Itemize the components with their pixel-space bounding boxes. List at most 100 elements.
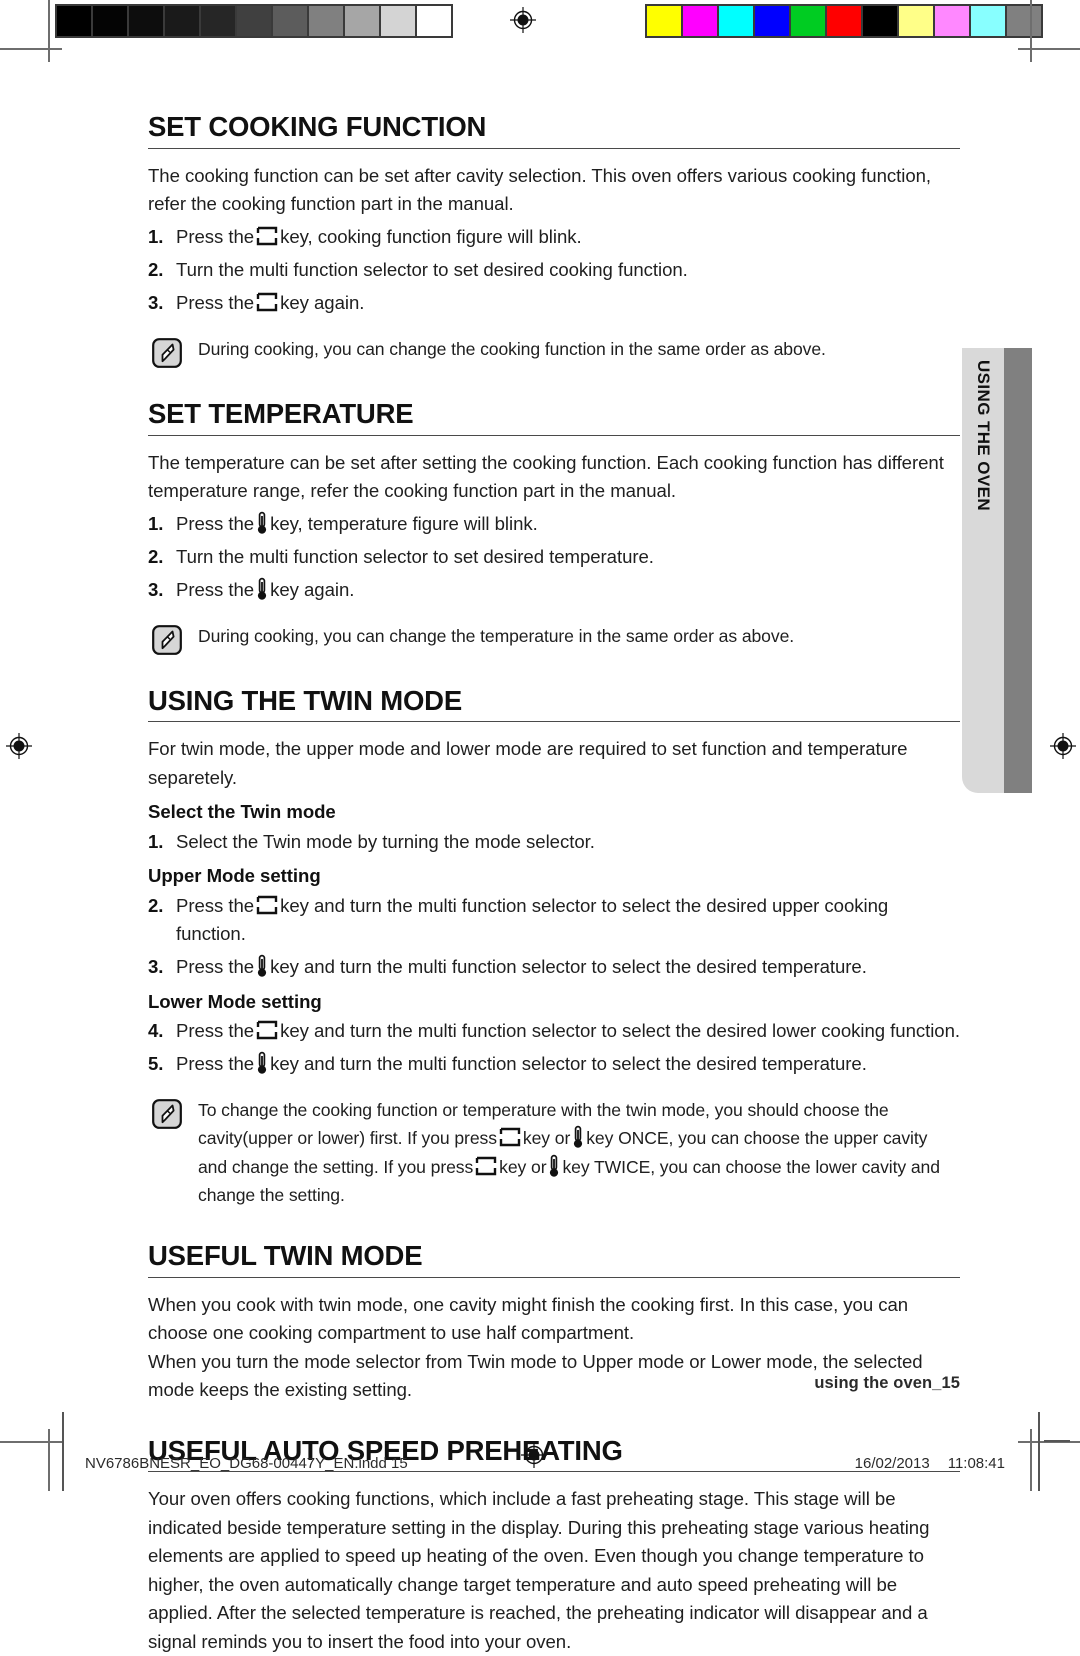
temperature-key-icon: [256, 954, 268, 978]
step-number: 2.: [148, 546, 164, 568]
section-intro: The cooking function can be set after ca…: [148, 164, 932, 215]
note-callout: During cooking, you can change the cooki…: [148, 335, 960, 368]
function-key-icon: [256, 894, 278, 916]
section-intro: For twin mode, the upper mode and lower …: [148, 738, 908, 788]
section-set-temperature: SET TEMPERATURE The temperature can be s…: [148, 398, 960, 655]
thumb-tab-label: USING THE OVEN: [974, 360, 993, 512]
step-list: 2. Press the key and turn the multi funct…: [148, 892, 960, 982]
section-using-the-twin-mode: USING THE TWIN MODE For twin mode, the u…: [148, 685, 960, 1210]
step-text-pre: Press the: [176, 956, 255, 978]
step-text: Press the key and turn the multi function…: [176, 953, 960, 982]
subheading: Select the Twin mode: [148, 801, 336, 823]
step-item: 3. Press the key again.: [148, 576, 960, 605]
subheading: Lower Mode setting: [148, 990, 322, 1012]
subheading: Upper Mode setting: [148, 865, 321, 887]
temperature-key-icon: [256, 1051, 268, 1075]
step-item: 2. Turn the multi function selector to s…: [148, 543, 960, 572]
note-callout: During cooking, you can change the tempe…: [148, 622, 960, 655]
note-text-part-4: key or: [499, 1156, 547, 1177]
section-title: USING THE TWIN MODE: [148, 685, 960, 723]
note-pencil-icon: [152, 337, 182, 368]
function-key-icon: [256, 291, 278, 313]
section-title: USEFUL TWIN MODE: [148, 1240, 960, 1278]
step-number: 3.: [148, 292, 164, 314]
note-text: During cooking, you can change the cooki…: [198, 338, 826, 359]
step-list: 1. Press the key, cooking function figure…: [148, 223, 960, 318]
step-text: Press the key, cooking function figure wi…: [176, 223, 960, 252]
step-number: 2.: [148, 259, 164, 281]
step-text: Press the key and turn the multi function…: [176, 892, 960, 949]
step-number: 3.: [148, 956, 164, 978]
step-text-pre: Press the: [176, 513, 255, 535]
step-text-post: key and turn the multi function selector…: [270, 1053, 867, 1075]
imprint-time: 11:08:41: [947, 1455, 1005, 1472]
section-paragraph: Your oven offers cooking functions, whic…: [148, 1488, 930, 1652]
note-pencil-icon: [152, 624, 182, 655]
note-callout: To change the cooking function or temper…: [148, 1096, 960, 1210]
step-text-pre: Press the: [176, 1053, 255, 1075]
imprint-divider-left: [62, 1412, 64, 1491]
step-list: 1. Press the key, temperature figure will…: [148, 510, 960, 605]
step-item: 4. Press the key and turn the multi funct…: [148, 1017, 960, 1046]
step-text: Press the key, temperature figure will bl…: [176, 510, 960, 539]
function-key-icon: [499, 1126, 521, 1148]
step-text: Turn the multi function selector to set …: [176, 259, 688, 281]
note-text: To change the cooking function or temper…: [198, 1096, 960, 1210]
step-text-pre: Press the: [176, 579, 255, 601]
note-text: During cooking, you can change the tempe…: [198, 625, 795, 646]
step-item: 1. Press the key, cooking function figure…: [148, 223, 960, 252]
step-number: 4.: [148, 1020, 164, 1042]
step-text: Press the key and turn the multi function…: [176, 1017, 960, 1046]
step-number: 1.: [148, 226, 164, 248]
step-text-pre: Press the: [176, 226, 255, 248]
step-text-post: key and turn the multi function selector…: [280, 1020, 961, 1042]
section-set-cooking-function: SET COOKING FUNCTION The cooking functio…: [148, 111, 960, 368]
note-text-part-2: key or: [522, 1128, 571, 1149]
step-list: 4. Press the key and turn the multi funct…: [148, 1017, 960, 1079]
step-text: Press the key and turn the multi function…: [176, 1050, 960, 1079]
step-item: 1. Press the key, temperature figure will…: [148, 510, 960, 539]
section-intro: The temperature can be set after setting…: [148, 451, 944, 502]
step-item: 3. Press the key again.: [148, 289, 960, 318]
thumb-tab-stripe: [1004, 348, 1032, 793]
function-key-icon: [475, 1155, 497, 1177]
step-text-post: key again.: [280, 292, 365, 314]
imprint-filename: NV6786BNESR_EO_DG68-00447Y_EN.indd 15: [85, 1455, 408, 1472]
step-number: 1.: [148, 830, 164, 852]
note-pencil-icon: [152, 1098, 182, 1129]
function-key-icon: [256, 1019, 278, 1041]
chapter-thumb-tab: USING THE OVEN: [962, 348, 1032, 793]
page-content: SET COOKING FUNCTION The cooking functio…: [148, 111, 960, 1656]
step-text-post: key, cooking function figure will blink.: [280, 226, 582, 248]
function-key-icon: [256, 225, 278, 247]
step-item: 5. Press the key and turn the multi funct…: [148, 1050, 960, 1079]
step-text-post: key, temperature figure will blink.: [270, 513, 538, 535]
step-text: Select the Twin mode by turning the mode…: [176, 830, 595, 852]
step-item: 3. Press the key and turn the multi funct…: [148, 953, 960, 982]
temperature-key-icon: [256, 511, 268, 535]
step-number: 1.: [148, 513, 164, 535]
step-text-post: key again.: [270, 579, 355, 601]
step-text: Turn the multi function selector to set …: [176, 546, 654, 568]
step-text-pre: Press the: [176, 894, 255, 916]
section-paragraph: When you cook with twin mode, one cavity…: [148, 1293, 909, 1344]
step-list: 1. Select the Twin mode by turning the m…: [148, 828, 960, 857]
step-text-post: key and turn the multi function selector…: [270, 956, 867, 978]
running-footer: using the oven_15: [814, 1374, 960, 1392]
temperature-key-icon: [572, 1125, 584, 1149]
imprint-timestamp: 16/02/2013 11:08:41: [855, 1455, 1005, 1472]
imprint-divider-right: [1038, 1412, 1040, 1491]
step-text-pre: Press the: [176, 1020, 255, 1042]
step-item: 2. Turn the multi function selector to s…: [148, 256, 960, 285]
step-number: 3.: [148, 579, 164, 601]
manual-page: USING THE OVEN SET COOKING FUNCTION The …: [0, 0, 1080, 1652]
temperature-key-icon: [256, 577, 268, 601]
step-text-post: key and turn the multi function selector…: [176, 894, 889, 945]
thumb-tab-label-wrap: USING THE OVEN: [962, 348, 1004, 793]
step-number: 5.: [148, 1053, 164, 1075]
section-title: SET COOKING FUNCTION: [148, 111, 960, 149]
